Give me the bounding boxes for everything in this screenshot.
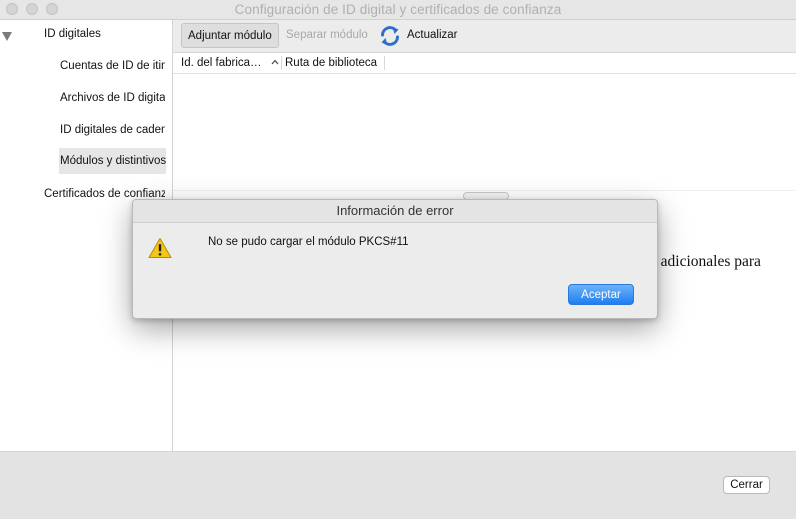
sidebar-item-pkcs11-modules[interactable]: Módulos y distintivos PKCS#11	[59, 148, 166, 174]
column-manufacturer-id[interactable]: Id. del fabrica…	[181, 53, 262, 73]
column-library-path[interactable]: Ruta de biblioteca	[285, 53, 377, 73]
detach-module-button[interactable]: Separar módulo	[280, 23, 374, 48]
window-title: Configuración de ID digital y certificad…	[234, 2, 562, 17]
table-header: Id. del fabrica… Ruta de biblioteca	[173, 53, 796, 74]
refresh-button[interactable]: Actualizar	[401, 23, 464, 48]
detail-text: os adicionales para	[643, 253, 761, 270]
column-separator[interactable]	[384, 56, 385, 70]
refresh-icon[interactable]	[379, 25, 401, 47]
sort-ascending-icon	[271, 59, 279, 65]
close-button[interactable]: Cerrar	[723, 476, 770, 494]
column-separator[interactable]	[281, 56, 282, 70]
toolbar: Adjuntar módulo Separar módulo Actualiza…	[173, 20, 796, 53]
sidebar-item-digital-id-files[interactable]: Archivos de ID digital	[60, 85, 165, 111]
split-divider	[173, 190, 796, 191]
attach-module-button[interactable]: Adjuntar módulo	[181, 23, 279, 48]
dialog-title: Información de error	[133, 200, 657, 223]
accept-button[interactable]: Aceptar	[568, 284, 634, 305]
error-message: No se pudo cargar el módulo PKCS#11	[208, 236, 409, 248]
warning-icon	[148, 238, 172, 258]
sidebar-item-keychain-digital-ids[interactable]: ID digitales de cadena de claves de Wind…	[60, 117, 165, 143]
error-dialog: Información de error No se pudo cargar e…	[132, 199, 658, 319]
footer-bar: Cerrar	[0, 451, 796, 519]
sidebar-item-digital-ids[interactable]: ID digitales	[44, 21, 172, 47]
title-bar: Configuración de ID digital y certificad…	[0, 0, 796, 20]
disclosure-triangle-icon[interactable]	[2, 32, 12, 41]
sidebar-item-roaming-id-accounts[interactable]: Cuentas de ID de itinerancia	[60, 53, 165, 79]
